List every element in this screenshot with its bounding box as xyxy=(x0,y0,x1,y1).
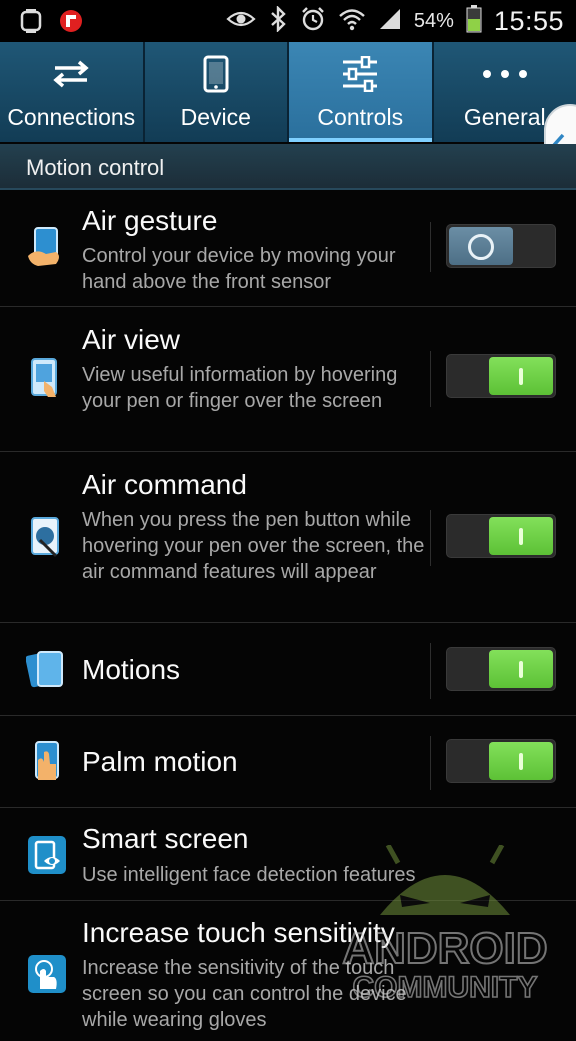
palm-motion-toggle[interactable] xyxy=(446,739,556,783)
smart-screen-icon xyxy=(26,834,68,876)
eye-icon xyxy=(226,9,256,34)
toggle-knob xyxy=(489,742,553,780)
list-item-palm-motion[interactable]: Palm motion xyxy=(0,716,576,808)
air-gesture-toggle[interactable] xyxy=(446,224,556,268)
row-description: When you press the pen button while hove… xyxy=(82,507,427,585)
list-item-motions[interactable]: Motions xyxy=(0,623,576,716)
divider xyxy=(430,736,431,790)
list-item-air-gesture[interactable]: Air gesture Control your device by movin… xyxy=(0,188,576,307)
air-view-toggle[interactable] xyxy=(446,354,556,398)
motions-toggle[interactable] xyxy=(446,647,556,691)
section-title: Motion control xyxy=(26,155,164,181)
touch-sensitivity-icon xyxy=(26,953,68,995)
divider xyxy=(430,643,431,699)
toggle-knob xyxy=(489,650,553,688)
swap-arrows-icon xyxy=(51,56,91,92)
divider xyxy=(430,222,431,272)
row-title: Air command xyxy=(82,469,247,501)
hand-gesture-icon xyxy=(26,226,68,268)
watermark-line2: COMMUNITY xyxy=(353,971,538,1004)
row-title: Air view xyxy=(82,324,180,356)
tab-label: General xyxy=(464,104,546,131)
divider xyxy=(430,351,431,407)
tab-connections[interactable]: Connections xyxy=(0,42,145,142)
tab-controls[interactable]: Controls xyxy=(289,42,434,142)
battery-icon xyxy=(466,5,482,38)
toggle-knob xyxy=(489,357,553,395)
section-header: Motion control xyxy=(0,144,576,190)
watch-icon xyxy=(18,9,44,38)
air-command-toggle[interactable] xyxy=(446,514,556,558)
divider xyxy=(430,510,431,566)
status-bar: 54% 15:55 xyxy=(0,0,576,42)
sliders-icon xyxy=(340,56,380,92)
toggle-knob xyxy=(489,517,553,555)
tab-label: Connections xyxy=(7,104,135,131)
row-title: Palm motion xyxy=(82,746,238,778)
row-title: Air gesture xyxy=(82,205,217,237)
battery-percent: 54% xyxy=(414,10,454,33)
row-title: Motions xyxy=(82,654,180,686)
tab-label: Device xyxy=(181,104,251,131)
row-description: View useful information by hovering your… xyxy=(82,362,427,414)
bluetooth-icon xyxy=(268,6,288,37)
list-item-air-view[interactable]: Air view View useful information by hove… xyxy=(0,307,576,452)
air-command-icon xyxy=(26,516,68,558)
tab-device[interactable]: Device xyxy=(145,42,290,142)
motions-icon xyxy=(26,648,68,690)
watermark-line1: ANDROID xyxy=(342,924,547,973)
flipboard-icon xyxy=(58,8,84,39)
air-view-icon xyxy=(26,357,68,399)
toggle-knob xyxy=(449,227,513,265)
phone-icon xyxy=(203,56,229,92)
more-dots-icon xyxy=(480,56,530,92)
row-title: Smart screen xyxy=(82,823,249,855)
signal-icon xyxy=(378,7,402,36)
row-description: Control your device by moving your hand … xyxy=(82,243,427,295)
settings-tabs: Connections Device Controls General xyxy=(0,42,576,142)
palm-motion-icon xyxy=(26,740,68,782)
tab-label: Controls xyxy=(317,104,403,131)
wifi-icon xyxy=(338,7,366,36)
alarm-icon xyxy=(300,6,326,37)
clock: 15:55 xyxy=(494,6,564,37)
android-community-watermark: ANDROID COMMUNITY xyxy=(320,845,570,1015)
